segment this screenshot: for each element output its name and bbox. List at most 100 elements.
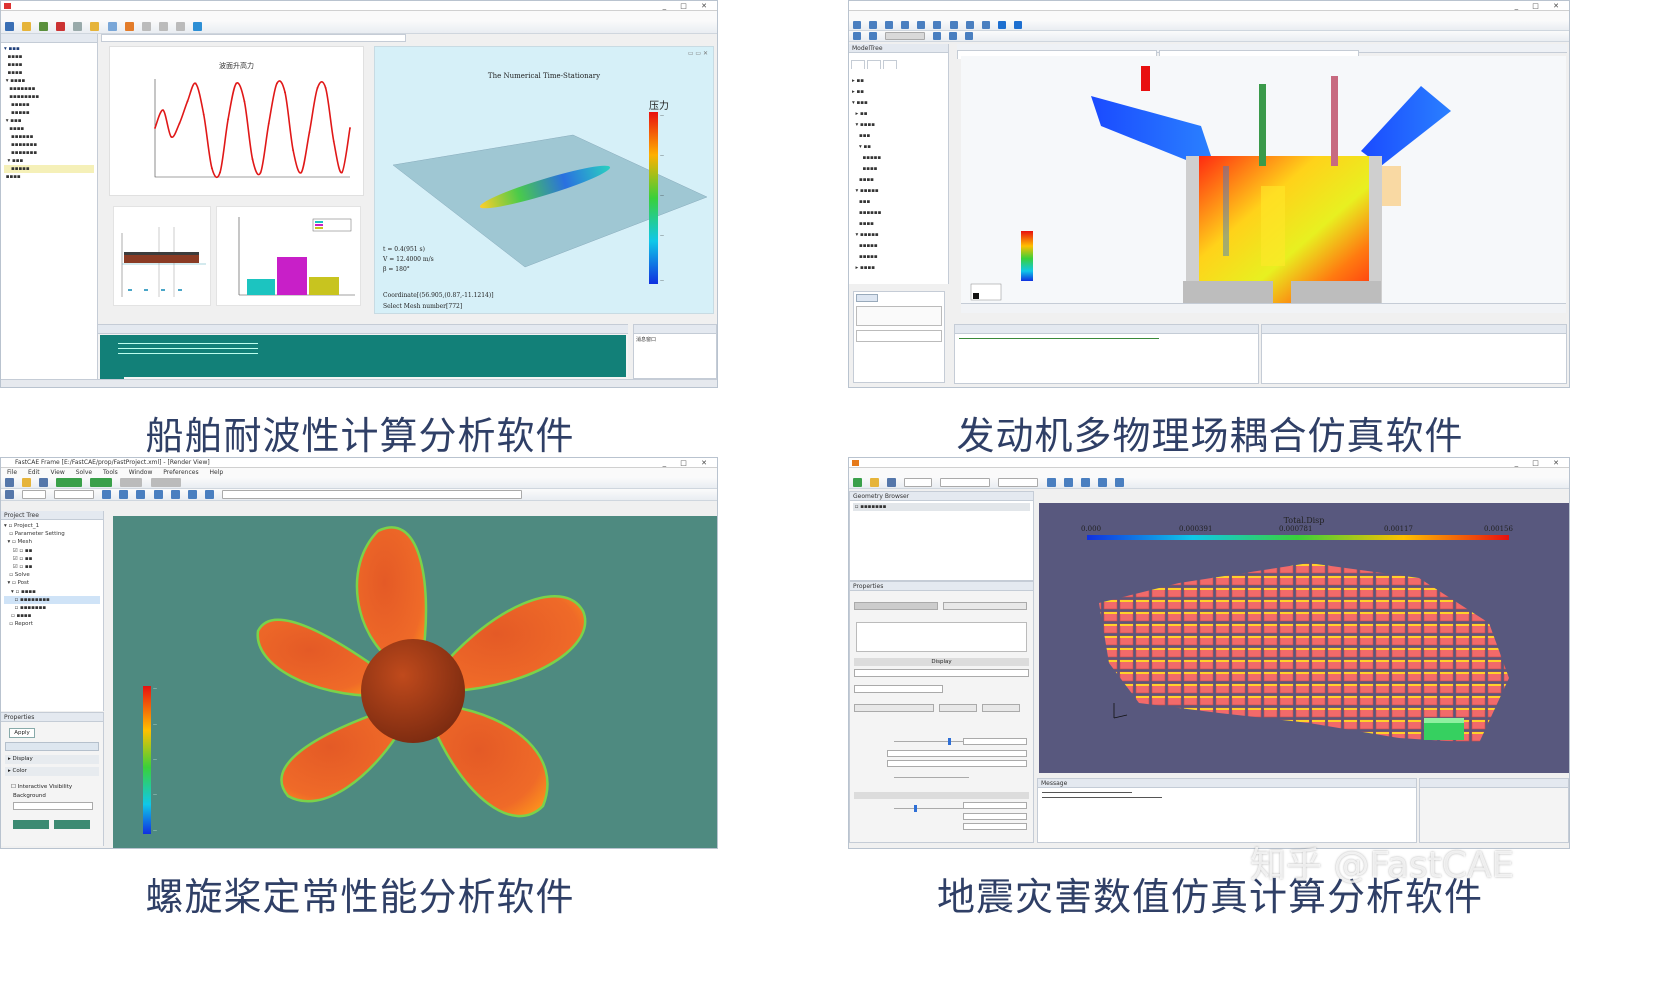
rotate-icon[interactable] — [1115, 478, 1124, 487]
apply-button[interactable] — [854, 602, 938, 610]
view-icon[interactable] — [159, 22, 168, 31]
tree-parameter-setting[interactable]: Parameter Setting — [15, 531, 65, 537]
mesh-button[interactable] — [56, 478, 82, 487]
earthquake-menubar[interactable] — [849, 468, 1569, 477]
property-field[interactable] — [5, 742, 99, 751]
tree-items[interactable]: ▾ ▪▪▪ ▪▪▪▪ ▪▪▪▪ ▪▪▪▪ ▾ ▪▪▪▪ ▪▪▪▪▪▪▪ ▪▪▪▪… — [1, 43, 97, 183]
frame-field[interactable] — [222, 490, 522, 499]
rotate-icon[interactable] — [869, 32, 877, 40]
engine-prop-table[interactable] — [856, 330, 942, 342]
tree-tab-2[interactable] — [867, 60, 881, 69]
engine-3d-view[interactable] — [961, 56, 1566, 304]
chart-icon[interactable] — [193, 22, 202, 31]
propeller-menubar[interactable]: File Edit View Solve Tools Window Prefer… — [1, 468, 717, 477]
first-frame-icon[interactable] — [171, 490, 180, 499]
tree-report[interactable]: Report — [15, 621, 33, 627]
open-icon[interactable] — [869, 21, 877, 29]
geometry-tree[interactable]: ▫ ▪▪▪▪▪▪▪ — [850, 501, 1033, 513]
mode-select[interactable] — [22, 490, 46, 499]
engine-prop-field[interactable] — [856, 306, 942, 326]
menu-preferences[interactable]: Preferences — [163, 469, 198, 476]
ship-3d-view[interactable]: The Numerical Time-Stationary ▭ ▭ ✕ ————… — [374, 46, 714, 314]
fit-icon[interactable] — [982, 21, 990, 29]
select-icon[interactable] — [853, 32, 861, 40]
render-icon[interactable] — [1014, 21, 1022, 29]
engine-tree-items[interactable]: ▸ ▪▪▸ ▪▪▾ ▪▪▪ ▸ ▪▪ ▾ ▪▪▪▪ ▪▪▪ ▾ ▪▪ ▪▪▪▪▪… — [849, 74, 948, 276]
propeller-toolbar-1[interactable] — [1, 477, 717, 489]
save-icon[interactable] — [887, 478, 896, 487]
display-row[interactable]: ▸ Display — [5, 755, 99, 764]
view-x-icon[interactable] — [1064, 478, 1073, 487]
menu-window[interactable]: Window — [129, 469, 153, 476]
visibility-row[interactable]: ☐ Interactive Visibility — [11, 784, 99, 790]
view-z-icon[interactable] — [1098, 478, 1107, 487]
post-button[interactable] — [120, 478, 142, 487]
representation-combo[interactable] — [854, 669, 1029, 677]
rescale-button[interactable] — [939, 704, 977, 712]
apply-button[interactable]: Apply — [9, 728, 35, 738]
ship-doc-tab[interactable] — [101, 34, 406, 42]
clip-icon[interactable] — [965, 32, 973, 40]
play-icon[interactable] — [188, 490, 197, 499]
last-frame-icon[interactable] — [205, 490, 214, 499]
tree-tab-3[interactable] — [883, 60, 897, 69]
menu-edit[interactable]: Edit — [28, 469, 40, 476]
report-button[interactable] — [151, 478, 181, 487]
edit-color-button[interactable] — [854, 704, 934, 712]
array-list[interactable] — [856, 622, 1027, 652]
tree-tab-1[interactable] — [851, 60, 865, 69]
slider-group-2[interactable] — [854, 792, 1029, 832]
run-icon[interactable] — [125, 22, 134, 31]
menu-help[interactable]: Help — [210, 469, 224, 476]
mesh-icon[interactable] — [950, 21, 958, 29]
view-y-icon[interactable] — [1081, 478, 1090, 487]
propeller-toolbar-2[interactable] — [1, 489, 717, 501]
background-color-2[interactable] — [54, 820, 90, 829]
view-top-icon[interactable] — [136, 490, 145, 499]
zoom-icon[interactable] — [176, 22, 185, 31]
reset-view-icon[interactable] — [1047, 478, 1056, 487]
opacity-button[interactable] — [982, 704, 1020, 712]
new-icon[interactable] — [5, 22, 14, 31]
pan-icon[interactable] — [933, 32, 941, 40]
tree-solve[interactable]: Solve — [15, 572, 30, 578]
window-controls[interactable]: _ □ ✕ — [1515, 1, 1565, 11]
coloring-combo[interactable] — [854, 685, 943, 693]
engine-tree-tabs[interactable] — [849, 53, 948, 74]
solve-button[interactable] — [90, 478, 112, 487]
save-icon[interactable] — [39, 478, 48, 487]
earthquake-toolbar[interactable] — [849, 477, 1569, 489]
menu-solve[interactable]: Solve — [76, 469, 92, 476]
copy-icon[interactable] — [917, 21, 925, 29]
field-select[interactable] — [885, 32, 925, 40]
save-icon[interactable] — [885, 21, 893, 29]
surface-select[interactable] — [54, 490, 94, 499]
slider-group[interactable] — [854, 738, 1029, 778]
engine-prop-button[interactable] — [856, 294, 878, 302]
close-icon[interactable] — [56, 22, 65, 31]
mesh-icon[interactable] — [108, 22, 117, 31]
display-icon[interactable] — [998, 21, 1006, 29]
open-icon[interactable] — [22, 22, 31, 31]
select-icon[interactable] — [5, 490, 14, 499]
propeller-3d-view[interactable]: ————— — [113, 516, 718, 849]
settings-icon[interactable] — [142, 22, 151, 31]
view-front-icon[interactable] — [102, 490, 111, 499]
view-iso-icon[interactable] — [154, 490, 163, 499]
engine-timebar[interactable] — [961, 303, 1566, 313]
menu-file[interactable]: File — [7, 469, 17, 476]
paste-icon[interactable] — [933, 21, 941, 29]
tree-mesh[interactable]: Mesh — [17, 539, 31, 545]
open-icon[interactable] — [870, 478, 879, 487]
engine-toolbar-2[interactable] — [849, 31, 1569, 42]
new-icon[interactable] — [853, 478, 862, 487]
propeller-tree-items[interactable]: ▾ ▫ Project_1 ▫ Parameter Setting ▾ ▫ Me… — [1, 520, 103, 631]
tree-project[interactable]: Project_1 — [14, 523, 39, 529]
engine-doc-tabs[interactable] — [957, 44, 1567, 53]
tree-post[interactable]: Post — [17, 580, 29, 586]
background-select[interactable] — [13, 802, 93, 810]
window-controls[interactable]: _ □ ✕ — [663, 1, 713, 11]
engine-menubar[interactable] — [849, 11, 1569, 20]
new-icon[interactable] — [853, 21, 861, 29]
selection-combo[interactable] — [904, 478, 932, 487]
